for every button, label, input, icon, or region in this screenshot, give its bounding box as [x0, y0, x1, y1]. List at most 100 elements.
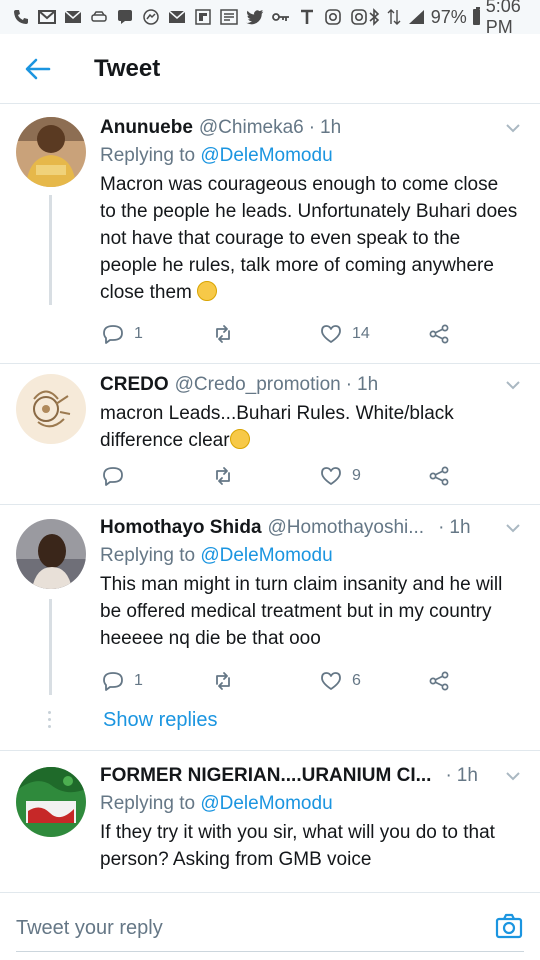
- app-bar: Tweet: [0, 34, 540, 104]
- emoji-face-icon: [197, 281, 218, 301]
- heart-icon: [321, 325, 341, 343]
- tweet-actions: 9: [100, 461, 460, 491]
- signal-icon: [407, 9, 425, 25]
- flipboard-icon: [194, 9, 212, 25]
- user-handle[interactable]: @Homothayoshi...: [268, 515, 425, 541]
- tweet-actions: 1 6: [100, 666, 460, 696]
- chevron-down-icon[interactable]: [504, 376, 522, 394]
- share-icon: [429, 671, 449, 691]
- back-button[interactable]: [8, 39, 68, 99]
- separator-dot: ·: [345, 374, 353, 395]
- tweet-reply[interactable]: CREDO @Credo_promotion · 1h macron Leads…: [0, 364, 540, 504]
- share-icon: [429, 466, 449, 486]
- tweet-reply[interactable]: FORMER NIGERIAN....URANIUM CI... · 1h Re…: [0, 751, 540, 892]
- tweet-text: This man might in turn claim insanity an…: [100, 574, 503, 649]
- like-button[interactable]: 6: [320, 666, 361, 696]
- network-icon: [387, 9, 401, 25]
- reply-count: 1: [134, 325, 143, 342]
- avatar[interactable]: [16, 374, 86, 444]
- chat-icon: [116, 9, 134, 25]
- tweet-text: If they try it with you sir, what will y…: [100, 822, 495, 870]
- chevron-down-icon[interactable]: [504, 119, 522, 137]
- show-replies-link[interactable]: Show replies: [103, 709, 218, 732]
- retweet-button[interactable]: [212, 461, 244, 491]
- news-icon: [220, 9, 238, 25]
- reply-button[interactable]: [102, 461, 134, 491]
- reply-count: 1: [134, 672, 143, 689]
- tweet-header: CREDO @Credo_promotion · 1h: [100, 372, 518, 398]
- like-button[interactable]: 14: [320, 319, 370, 349]
- avatar[interactable]: [16, 767, 86, 837]
- tweet-text: Macron was courageous enough to come clo…: [100, 171, 518, 306]
- system-status: 97% 5:06 PM: [368, 0, 533, 38]
- replying-to: Replying to @DeleMomodu: [100, 543, 518, 569]
- mail-icon: [38, 9, 56, 25]
- timestamp: 1h: [357, 374, 379, 395]
- battery-percent: 97%: [430, 6, 467, 27]
- tweet-content: FORMER NIGERIAN....URANIUM CI... · 1h Re…: [100, 763, 520, 873]
- retweet-icon: [216, 672, 230, 690]
- replying-prefix: Replying to: [100, 145, 196, 166]
- twitter-icon: [246, 9, 264, 25]
- input-underline: [16, 951, 524, 952]
- tweet-header: Anunuebe @Chimeka6 · 1h: [100, 115, 518, 141]
- retweet-icon: [216, 467, 230, 485]
- separator-dot: ·: [308, 117, 316, 138]
- status-bar: 97% 5:06 PM: [0, 0, 540, 37]
- avatar[interactable]: [16, 519, 86, 589]
- tweet-reply[interactable]: Homothayo Shida @Homothayoshi... · 1h Re…: [0, 505, 540, 747]
- bluetooth-icon: [368, 8, 381, 26]
- tweet-content: Homothayo Shida @Homothayoshi... · 1h Re…: [100, 515, 520, 652]
- mention-link[interactable]: @DeleMomodu: [200, 545, 332, 566]
- retweet-button[interactable]: [212, 319, 244, 349]
- replying-prefix: Replying to: [100, 545, 196, 566]
- t-icon: [298, 9, 316, 25]
- user-handle[interactable]: @Chimeka6: [199, 115, 304, 141]
- chevron-down-icon[interactable]: [504, 519, 522, 537]
- display-name[interactable]: FORMER NIGERIAN....URANIUM CI...: [100, 763, 431, 789]
- tweet-content: Anunuebe @Chimeka6 · 1h Replying to @Del…: [100, 115, 520, 306]
- tweet-reply[interactable]: Anunuebe @Chimeka6 · 1h Replying to @Del…: [0, 105, 540, 365]
- reply-icon: [103, 467, 123, 486]
- clock: 5:06 PM: [485, 0, 521, 37]
- display-name[interactable]: Anunuebe: [100, 115, 193, 141]
- battery-icon: [472, 7, 480, 25]
- camera-icon: [495, 913, 523, 939]
- car-icon: [90, 9, 108, 25]
- mention-link[interactable]: @DeleMomodu: [200, 145, 332, 166]
- share-button[interactable]: [428, 461, 450, 491]
- timestamp: 1h: [320, 117, 342, 138]
- display-name[interactable]: CREDO: [100, 372, 169, 398]
- tweet-actions: 1 14: [100, 319, 460, 349]
- heart-icon: [321, 467, 341, 485]
- separator-dot: ·: [438, 517, 445, 538]
- reply-input[interactable]: [16, 911, 456, 945]
- phone-icon: [12, 9, 30, 25]
- display-name[interactable]: Homothayo Shida: [100, 515, 262, 541]
- user-handle[interactable]: @Credo_promotion: [175, 372, 341, 398]
- like-count: 6: [352, 672, 361, 689]
- separator-dot: ·: [445, 765, 452, 786]
- like-button[interactable]: 9: [320, 461, 361, 491]
- heart-icon: [321, 672, 341, 690]
- emoji-flushed-face-icon: [229, 429, 250, 449]
- like-count: 14: [352, 325, 370, 342]
- mention-link[interactable]: @DeleMomodu: [200, 793, 332, 814]
- reply-button[interactable]: 1: [102, 666, 143, 696]
- instagram-icon: [324, 9, 342, 25]
- reply-button[interactable]: 1: [102, 319, 143, 349]
- back-arrow-icon: [25, 58, 51, 79]
- chevron-down-icon[interactable]: [504, 767, 522, 785]
- share-button[interactable]: [428, 319, 450, 349]
- timestamp: 1h: [456, 765, 478, 786]
- messenger-icon: [142, 9, 160, 25]
- like-count: 9: [352, 467, 361, 484]
- share-button[interactable]: [428, 666, 450, 696]
- camera-button[interactable]: [494, 911, 524, 941]
- tweet-text-body: macron Leads...Buhari Rules. White/black…: [100, 403, 454, 451]
- thread-line: [49, 195, 52, 305]
- replying-to: Replying to @DeleMomodu: [100, 791, 518, 817]
- thread-dots: [48, 711, 52, 732]
- retweet-button[interactable]: [212, 666, 244, 696]
- avatar[interactable]: [16, 117, 86, 187]
